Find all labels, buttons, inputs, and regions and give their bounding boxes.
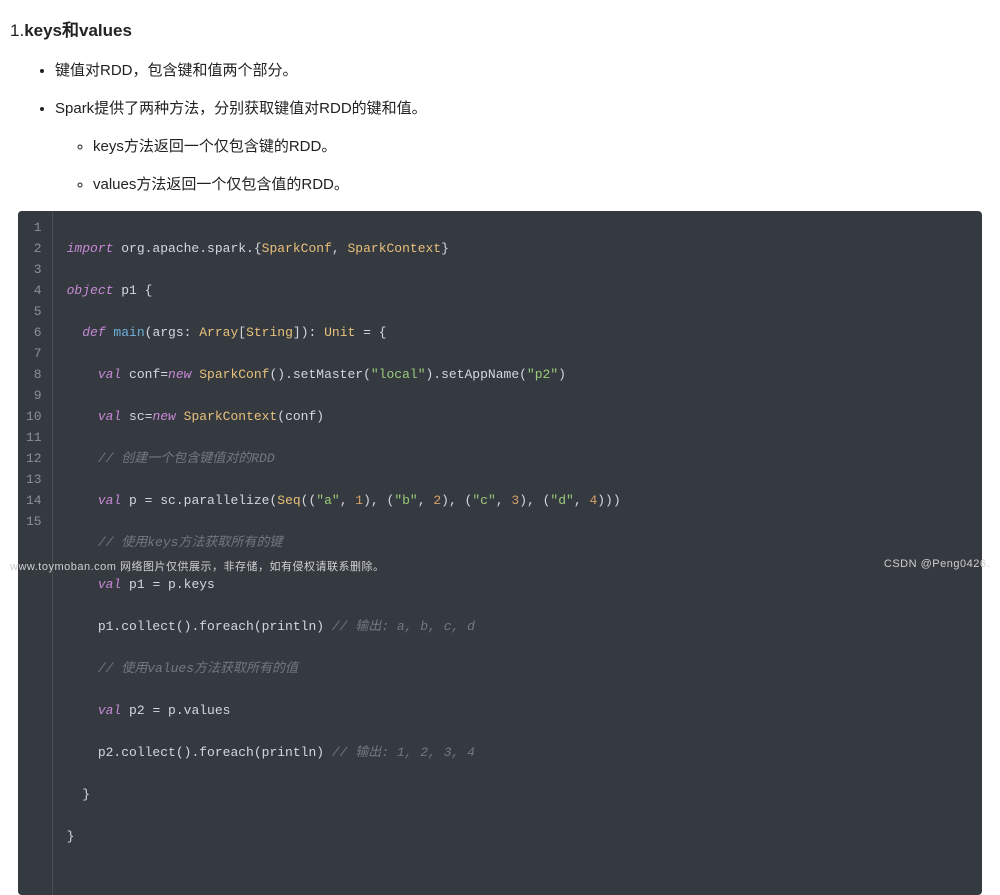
code-line: p1.collect().foreach(println) // 输出: a, …	[67, 616, 968, 637]
list-text: Spark提供了两种方法，分别获取键值对RDD的键和值。	[55, 100, 427, 117]
list-item: keys方法返回一个仅包含键的RDD。	[93, 135, 1000, 159]
code-line: }	[67, 826, 968, 847]
line-number: 13	[26, 469, 42, 490]
section-heading: 1.keys和values	[0, 0, 1000, 45]
line-number: 3	[26, 259, 42, 280]
page-footer: www.toymoban.com 网络图片仅供展示，非存储，如有侵权请联系删除。…	[10, 558, 990, 574]
code-line: // 使用values方法获取所有的值	[67, 658, 968, 679]
bullet-list: 键值对RDD，包含键和值两个部分。 Spark提供了两种方法，分别获取键值对RD…	[0, 59, 1000, 197]
code-line: p2.collect().foreach(println) // 输出: 1, …	[67, 742, 968, 763]
list-item: Spark提供了两种方法，分别获取键值对RDD的键和值。 keys方法返回一个仅…	[55, 97, 1000, 197]
code-gutter: 1 2 3 4 5 6 7 8 9 10 11 12 13 14 15	[18, 211, 53, 895]
list-text: 键值对RDD，包含键和值两个部分。	[55, 62, 298, 79]
list-item: values方法返回一个仅包含值的RDD。	[93, 173, 1000, 197]
code-line: val conf=new SparkConf().setMaster("loca…	[67, 364, 968, 385]
code-line: import org.apache.spark.{SparkConf, Spar…	[67, 238, 968, 259]
line-number: 8	[26, 364, 42, 385]
list-text: values方法返回一个仅包含值的RDD。	[93, 176, 349, 193]
code-line: // 创建一个包含键值对的RDD	[67, 448, 968, 469]
footer-right: CSDN @Peng0426.	[884, 558, 990, 574]
line-number: 10	[26, 406, 42, 427]
line-number: 1	[26, 217, 42, 238]
heading-title: keys和values	[24, 21, 132, 40]
footer-left: www.toymoban.com 网络图片仅供展示，非存储，如有侵权请联系删除。	[10, 558, 384, 574]
code-line: val p = sc.parallelize(Seq(("a", 1), ("b…	[67, 490, 968, 511]
line-number: 11	[26, 427, 42, 448]
code-line: val p1 = p.keys	[67, 574, 968, 595]
line-number: 12	[26, 448, 42, 469]
line-number: 15	[26, 511, 42, 532]
line-number: 5	[26, 301, 42, 322]
code-line: val p2 = p.values	[67, 700, 968, 721]
line-number: 4	[26, 280, 42, 301]
nested-list: keys方法返回一个仅包含键的RDD。 values方法返回一个仅包含值的RDD…	[55, 135, 1000, 197]
line-number: 9	[26, 385, 42, 406]
line-number: 2	[26, 238, 42, 259]
code-line: // 使用keys方法获取所有的键	[67, 532, 968, 553]
code-block: 1 2 3 4 5 6 7 8 9 10 11 12 13 14 15 impo…	[18, 211, 982, 895]
list-item: 键值对RDD，包含键和值两个部分。	[55, 59, 1000, 83]
line-number: 7	[26, 343, 42, 364]
heading-number: 1.	[10, 21, 24, 40]
code-line: val sc=new SparkContext(conf)	[67, 406, 968, 427]
line-number: 6	[26, 322, 42, 343]
code-line: object p1 {	[67, 280, 968, 301]
code-content: import org.apache.spark.{SparkConf, Spar…	[53, 211, 982, 895]
line-number: 14	[26, 490, 42, 511]
list-text: keys方法返回一个仅包含键的RDD。	[93, 138, 336, 155]
code-line: }	[67, 784, 968, 805]
code-line: def main(args: Array[String]): Unit = {	[67, 322, 968, 343]
